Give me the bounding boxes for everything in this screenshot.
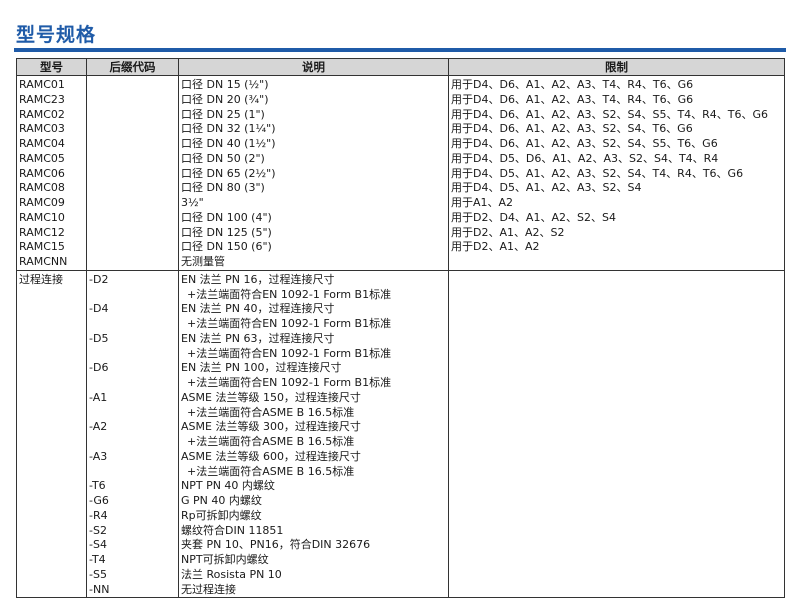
suffix-code: -G6	[89, 494, 109, 507]
model-description: 口径 DN 65 (2½")	[181, 166, 276, 180]
suffix-code: -T6	[89, 479, 106, 493]
suffix-column-empty	[86, 75, 179, 271]
suffix-code: -S5	[89, 567, 107, 581]
model-code: RAMC01	[19, 78, 65, 91]
model-restriction: 用于D4、D6、A1、A2、A3、S2、S4、S5、T6、G6	[451, 137, 718, 150]
suffix-code: -S2	[89, 523, 107, 537]
process-description: ASME 法兰等级 150，过程连接尺寸	[181, 390, 361, 404]
process-connection-label-cell: 过程连接	[16, 270, 87, 599]
model-code: RAMC08	[19, 181, 65, 195]
process-description: EN 法兰 PN 40，过程连接尺寸	[181, 302, 335, 316]
suffix-code: -A1	[89, 390, 108, 404]
model-code: RAMC09	[19, 196, 65, 209]
model-code: RAMC02	[19, 107, 65, 121]
model-restriction	[451, 255, 784, 269]
model-restriction: 用于D4、D6、A1、A2、A3、S2、S4、S5、T4、R4、T6、G6	[451, 107, 769, 121]
process-description: EN 法兰 PN 63，过程连接尺寸	[181, 331, 335, 345]
process-description: NPT可拆卸内螺纹	[181, 553, 269, 566]
model-restriction: 用于D2、A1、A2	[451, 240, 540, 254]
model-description: 口径 DN 100 (4")	[181, 210, 272, 224]
spec-page: 型号规格 型号 后缀代码 说明 限制 RAMC01 RAMC23 RAMC02	[0, 0, 800, 606]
suffix-code: -D5	[89, 331, 109, 345]
model-code: RAMC06	[19, 166, 65, 180]
suffix-code: -A3	[89, 449, 108, 463]
title-rule	[14, 48, 786, 52]
model-group-row: RAMC01 RAMC23 RAMC02 RAMC03 RAMC04 RAMC0…	[16, 75, 785, 271]
suffix-code: -D4	[89, 302, 109, 316]
suffix-code: -A2	[89, 420, 108, 434]
model-restriction: 用于A1、A2	[451, 196, 514, 209]
process-description-column: EN 法兰 PN 16，过程连接尺寸 +法兰端面符合EN 1092-1 Form…	[178, 270, 449, 599]
model-restriction: 用于D2、A1、A2、S2	[451, 225, 565, 239]
model-code: RAMC03	[19, 122, 65, 136]
header-restriction: 限制	[448, 58, 785, 76]
process-description: 夹套 PN 10、PN16，符合DIN 32676	[181, 538, 371, 552]
page-title: 型号规格	[16, 24, 97, 46]
model-description: 口径 DN 25 (1")	[181, 107, 265, 121]
suffix-code-column: -D2 -D4 -D5 -D6 -A1 -A2 -A3 -T6 -G6 -R4 …	[86, 270, 179, 599]
process-description: ASME 法兰等级 300，过程连接尺寸	[181, 420, 361, 434]
header-model: 型号	[16, 58, 87, 76]
header-suffix-code: 后缀代码	[86, 58, 179, 76]
description-column: 口径 DN 15 (½") 口径 DN 20 (¾") 口径 DN 25 (1"…	[178, 75, 449, 271]
process-description: EN 法兰 PN 100，过程连接尺寸	[181, 361, 342, 375]
suffix-code: -NN	[89, 582, 110, 596]
model-description: 口径 DN 20 (¾")	[181, 92, 269, 106]
model-code: RAMCNN	[19, 255, 68, 268]
model-code: RAMC10	[19, 210, 65, 224]
model-code: RAMC12	[19, 225, 65, 239]
model-description: 口径 DN 80 (3")	[181, 181, 265, 195]
process-restriction-column-empty	[448, 270, 785, 599]
process-description-note: +法兰端面符合EN 1092-1 Form B1标准	[187, 287, 392, 301]
process-description: G PN 40 内螺纹	[181, 494, 262, 507]
model-code: RAMC23	[19, 92, 65, 106]
model-description: 无测量管	[181, 255, 225, 268]
process-description: ASME 法兰等级 600，过程连接尺寸	[181, 449, 361, 463]
model-description: 口径 DN 32 (1¼")	[181, 122, 276, 136]
model-code: RAMC15	[19, 240, 65, 254]
model-code: RAMC04	[19, 137, 65, 150]
model-restriction: 用于D4、D5、A1、A2、A3、S2、S4	[451, 181, 642, 195]
model-description: 口径 DN 125 (5")	[181, 225, 272, 239]
model-description: 3½"	[181, 196, 204, 209]
model-description: 口径 DN 40 (1½")	[181, 137, 276, 150]
model-restriction: 用于D4、D5、D6、A1、A2、A3、S2、S4、T4、R4	[451, 151, 719, 165]
header-description: 说明	[178, 58, 449, 76]
model-description: 口径 DN 15 (½")	[181, 78, 269, 91]
model-restriction: 用于D4、D6、A1、A2、A3、S2、S4、T6、G6	[451, 122, 693, 136]
process-description: 螺纹符合DIN 11851	[181, 523, 284, 537]
suffix-code: -S4	[89, 538, 107, 552]
process-description: 法兰 Rosista PN 10	[181, 567, 282, 581]
suffix-code: -D6	[89, 361, 109, 375]
process-description-note: +法兰端面符合ASME B 16.5标准	[187, 464, 355, 478]
model-column: RAMC01 RAMC23 RAMC02 RAMC03 RAMC04 RAMC0…	[16, 75, 87, 271]
process-description-note: +法兰端面符合ASME B 16.5标准	[187, 405, 355, 419]
model-restriction: 用于D4、D6、A1、A2、A3、T4、R4、T6、G6	[451, 78, 694, 91]
process-description-note: +法兰端面符合EN 1092-1 Form B1标准	[187, 317, 392, 330]
process-description: Rp可拆卸内螺纹	[181, 508, 262, 522]
process-connection-label: 过程连接	[19, 272, 63, 286]
table-header-row: 型号 后缀代码 说明 限制	[16, 58, 785, 76]
model-restriction: 用于D2、D4、A1、A2、S2、S4	[451, 210, 616, 224]
process-description-note: +法兰端面符合EN 1092-1 Form B1标准	[187, 346, 392, 360]
model-restriction: 用于D4、D5、A1、A2、A3、S2、S4、T4、R4、T6、G6	[451, 166, 744, 180]
model-description: 口径 DN 150 (6")	[181, 240, 272, 254]
process-description: EN 法兰 PN 16，过程连接尺寸	[181, 272, 335, 286]
model-spec-table: 型号 后缀代码 说明 限制 RAMC01 RAMC23 RAMC02 RAMC0…	[16, 58, 785, 599]
model-description: 口径 DN 50 (2")	[181, 151, 265, 165]
process-description: NPT PN 40 内螺纹	[181, 479, 275, 493]
process-connection-group-row: 过程连接 -D2 -D4 -D5 -D6 -A1 -A2 -A3 -T6 -G6…	[16, 270, 785, 599]
restriction-column: 用于D4、D6、A1、A2、A3、T4、R4、T6、G6 用于D4、D6、A1、…	[448, 75, 785, 271]
suffix-code: -R4	[89, 508, 108, 522]
process-description: 无过程连接	[181, 582, 236, 596]
suffix-code: -T4	[89, 553, 106, 566]
model-code: RAMC05	[19, 151, 65, 165]
process-description-note: +法兰端面符合ASME B 16.5标准	[187, 435, 355, 448]
model-restriction: 用于D4、D6、A1、A2、A3、T4、R4、T6、G6	[451, 92, 694, 106]
suffix-code: -D2	[89, 272, 109, 286]
process-description-note: +法兰端面符合EN 1092-1 Form B1标准	[187, 376, 392, 389]
